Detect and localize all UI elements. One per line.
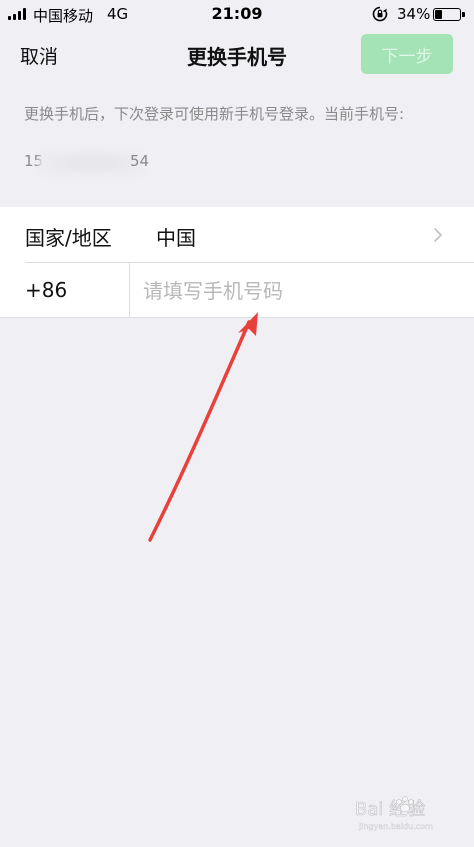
baidu-jingyan-watermark: Bai 经验 jingyan.baidu.com — [355, 796, 433, 831]
form-bottom-border — [0, 317, 474, 318]
phone-suffix: 54 — [130, 152, 150, 170]
country-code[interactable]: +86 — [25, 278, 67, 302]
chevron-right-icon — [434, 228, 442, 242]
battery-fill — [435, 10, 443, 19]
navigation-bar: 取消 更换手机号 下一步 — [0, 30, 474, 80]
status-bar: 中国移动 4G 21:09 34% — [0, 0, 474, 30]
watermark-url: jingyan.baidu.com — [358, 822, 433, 831]
region-label: 国家/地区 — [25, 226, 112, 250]
battery-icon — [433, 8, 465, 21]
phone-number-input[interactable] — [130, 263, 474, 318]
annotation-arrow — [148, 312, 258, 542]
region-value: 中国 — [156, 226, 196, 250]
phone-form: 国家/地区 中国 +86 — [0, 207, 474, 318]
next-step-button[interactable]: 下一步 — [361, 34, 453, 74]
change-phone-description: 更换手机后，下次登录可使用新手机号登录。当前手机号: — [24, 105, 405, 123]
battery-percentage: 34% — [397, 5, 431, 23]
orientation-lock-icon — [372, 6, 388, 22]
region-selector-row[interactable]: 国家/地区 中国 — [0, 207, 474, 262]
watermark-brand: Bai 经验 — [355, 799, 425, 820]
